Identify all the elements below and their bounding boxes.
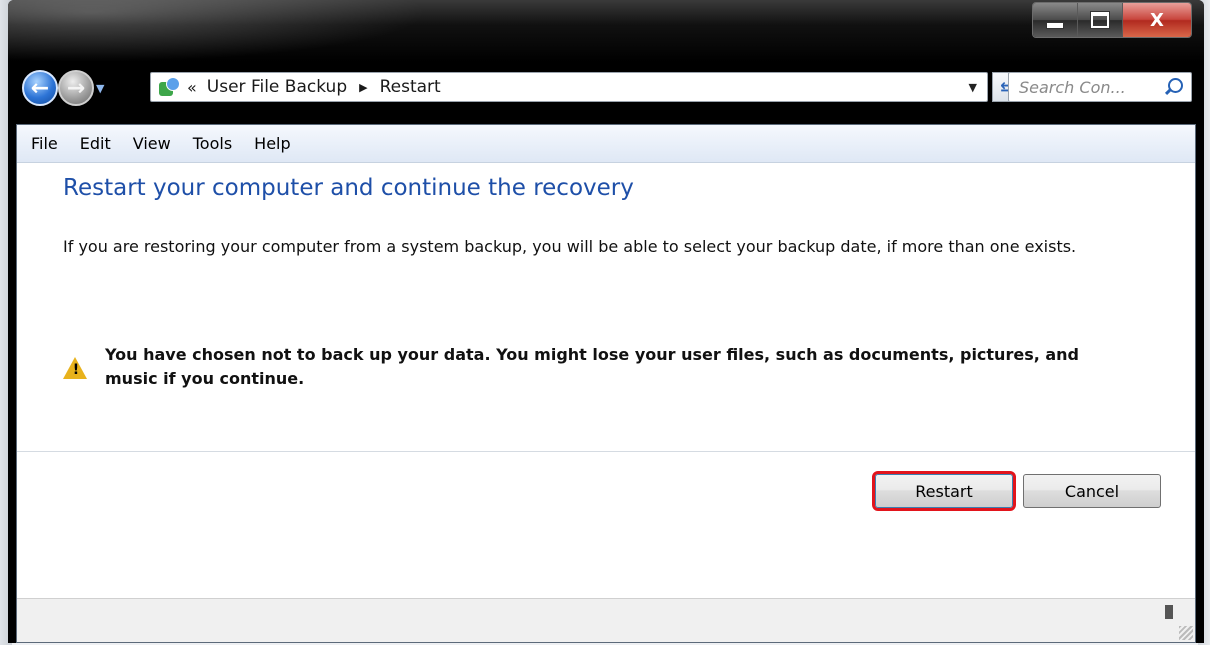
title-bar[interactable]: [8, 0, 1204, 62]
recent-pages-dropdown[interactable]: ▼: [96, 82, 104, 95]
back-arrow-icon: ←: [30, 75, 50, 101]
close-icon: X: [1150, 9, 1164, 31]
warning-text: You have chosen not to back up your data…: [105, 345, 1079, 388]
address-dropdown-icon[interactable]: ▼: [969, 81, 977, 94]
close-button[interactable]: X: [1123, 3, 1191, 37]
page-title: Restart your computer and continue the r…: [63, 175, 634, 201]
description-text: If you are restoring your computer from …: [63, 237, 1077, 256]
forward-button[interactable]: →: [58, 70, 94, 106]
back-button[interactable]: ←: [22, 70, 58, 106]
minimize-button[interactable]: [1033, 3, 1078, 37]
client-area: File Edit View Tools Help Restart your c…: [16, 124, 1196, 643]
search-icon[interactable]: [1164, 78, 1183, 96]
breadcrumb-user-file-backup[interactable]: User File Backup: [207, 77, 347, 97]
search-placeholder: Search Con...: [1019, 77, 1126, 97]
menu-file[interactable]: File: [31, 134, 58, 153]
address-bar[interactable]: « User File Backup ▶ Restart ▼: [150, 72, 988, 102]
menu-help[interactable]: Help: [254, 134, 290, 153]
breadcrumb-restart[interactable]: Restart: [380, 77, 441, 97]
resize-grip-icon[interactable]: [1179, 626, 1193, 640]
restart-button[interactable]: Restart: [872, 471, 1016, 511]
minimize-icon: [1046, 21, 1064, 29]
menu-tools[interactable]: Tools: [193, 134, 232, 153]
search-input[interactable]: Search Con...: [1008, 72, 1192, 102]
address-overflow-chevron[interactable]: «: [187, 78, 197, 97]
maximize-button[interactable]: [1078, 3, 1123, 37]
maximize-icon: [1090, 11, 1110, 29]
menu-bar: File Edit View Tools Help: [17, 125, 1195, 163]
breadcrumb-separator-icon[interactable]: ▶: [359, 81, 367, 94]
cancel-button[interactable]: Cancel: [1023, 474, 1161, 508]
footer-divider: [17, 451, 1195, 452]
scroll-grip[interactable]: [1165, 605, 1173, 619]
forward-arrow-icon: →: [66, 75, 86, 101]
navigation-bar: ← → ▼ « User File Backup ▶ Restart ▼ ⇆ S…: [8, 68, 1204, 108]
caption-buttons: X: [1032, 2, 1192, 38]
backup-restore-icon: [157, 76, 180, 98]
warning-message: ! You have chosen not to back up your da…: [63, 343, 1153, 391]
explorer-window: X ← → ▼ « User File Backup ▶ Restart ▼ ⇆…: [8, 0, 1204, 643]
menu-view[interactable]: View: [133, 134, 171, 153]
warning-icon: !: [63, 357, 89, 379]
menu-edit[interactable]: Edit: [80, 134, 111, 153]
status-bar: [17, 598, 1195, 642]
